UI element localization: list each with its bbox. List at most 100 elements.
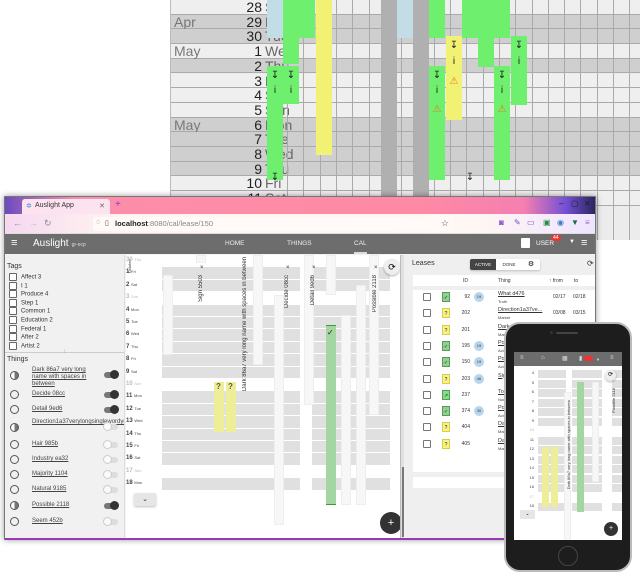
resize-handle[interactable]: ⁞ xyxy=(64,349,65,355)
thing-link[interactable]: Seem 452b xyxy=(32,518,92,525)
phone-refresh-button[interactable]: ⟳ xyxy=(605,370,616,381)
forward-arrow-icon[interactable]: → xyxy=(29,218,38,228)
thing-toggle[interactable] xyxy=(104,405,119,414)
user-menu[interactable]: USER xyxy=(536,240,554,247)
calendar-cell[interactable] xyxy=(162,366,274,378)
phone-calendar-cell[interactable] xyxy=(538,389,566,397)
lease-bar[interactable] xyxy=(429,66,445,180)
lease-bar[interactable] xyxy=(163,275,173,355)
gear-icon[interactable]: ⚙ xyxy=(522,259,540,270)
phone-calendar-cell[interactable] xyxy=(612,379,622,388)
phone-calendar-cell[interactable] xyxy=(538,436,566,445)
thing-toggle[interactable] xyxy=(103,485,118,494)
remove-column-icon[interactable]: × xyxy=(200,265,204,271)
lease-checkbox[interactable] xyxy=(423,390,431,399)
col-thing[interactable]: Thing xyxy=(498,278,511,284)
thing-toggle[interactable] xyxy=(103,455,118,464)
lease-checkbox[interactable] xyxy=(423,374,431,383)
phone-pending-lease[interactable] xyxy=(542,447,549,507)
phone-calendar-cell[interactable] xyxy=(612,446,622,454)
tag-checkbox[interactable] xyxy=(9,273,17,281)
phone-calendar-cell[interactable] xyxy=(538,408,566,416)
phone-calendar-cell[interactable] xyxy=(612,417,622,426)
pending-lease-bar[interactable]: ? xyxy=(226,382,236,432)
phone-calendar-cell[interactable] xyxy=(612,465,622,473)
tag-checkbox[interactable] xyxy=(9,324,17,333)
add-lease-button[interactable]: + xyxy=(380,512,402,534)
lease-checkbox[interactable] xyxy=(423,358,431,367)
pane-splitter[interactable] xyxy=(400,255,404,539)
globe-icon[interactable]: ◉ xyxy=(557,218,564,227)
more-menu-icon[interactable]: ≡ xyxy=(581,237,587,249)
tag-checkbox[interactable] xyxy=(9,290,17,299)
phone-chevron-down-icon[interactable]: ▼ xyxy=(596,357,600,362)
maximize-button[interactable]: ▢ xyxy=(571,199,579,208)
lease-checkbox[interactable] xyxy=(423,423,431,432)
lease-bar[interactable] xyxy=(326,255,336,295)
thing-toggle[interactable] xyxy=(104,390,119,399)
browser-tab[interactable]: ✲ Auslight App ✕ xyxy=(22,199,110,214)
calendar-cell[interactable] xyxy=(362,441,390,453)
calendar-cell[interactable] xyxy=(162,441,274,453)
close-tab-icon[interactable]: ✕ xyxy=(99,202,105,210)
url-bar[interactable]: ◌ ▯ localhost:8080/cal/lease/150 ☆ xyxy=(93,217,453,231)
phone-calendar-cell[interactable] xyxy=(612,484,622,492)
phone-calendar-cell[interactable] xyxy=(538,379,566,388)
user-avatar-icon[interactable] xyxy=(521,238,530,248)
phone-calendar-cell[interactable] xyxy=(538,370,566,378)
thing-link[interactable]: Decide 08cc xyxy=(32,391,92,398)
thing-link[interactable]: Detail 9ed6 xyxy=(32,406,92,413)
calendar-cell[interactable] xyxy=(263,267,300,279)
lease-checkbox[interactable] xyxy=(423,309,431,318)
phone-calendar-cell[interactable] xyxy=(612,455,622,464)
chevron-down-icon[interactable]: ▼ xyxy=(569,239,575,245)
lease-bar[interactable] xyxy=(494,66,510,180)
nav-home[interactable]: HOME xyxy=(225,240,245,247)
refresh-button[interactable]: ⟳ xyxy=(384,259,400,275)
lease-checkbox[interactable] xyxy=(423,341,431,350)
lease-thing-link[interactable]: What d476 xyxy=(498,291,525,297)
thing-toggle[interactable] xyxy=(103,422,118,431)
col-to[interactable]: to xyxy=(574,278,578,284)
phone-home-icon[interactable]: ⌂ xyxy=(541,355,545,361)
close-window-button[interactable]: ✕ xyxy=(584,199,591,208)
active-filter-button[interactable]: ACTIVE xyxy=(470,259,496,270)
pocket-icon[interactable]: ◙ xyxy=(499,218,504,227)
thing-link[interactable]: Dark 86a7 very long name with spaces in … xyxy=(32,367,92,388)
back-arrow-icon[interactable]: ← xyxy=(13,218,22,228)
thing-toggle[interactable] xyxy=(104,370,119,379)
lease-bar[interactable] xyxy=(274,295,284,525)
thing-link[interactable]: Natural 9185 xyxy=(32,486,92,493)
phone-lease-bar[interactable] xyxy=(592,382,599,482)
lease-checkbox[interactable] xyxy=(423,325,431,334)
nav-cal[interactable]: CAL xyxy=(354,240,367,254)
lease-bar[interactable] xyxy=(253,255,263,365)
lease-checkbox[interactable] xyxy=(423,293,431,301)
lease-bar[interactable] xyxy=(283,0,299,64)
thing-link[interactable]: Industry ea32 xyxy=(32,456,92,463)
phone-menu-icon[interactable]: ≡ xyxy=(520,355,524,361)
calendar-cell[interactable] xyxy=(362,416,390,428)
minimize-button[interactable]: – xyxy=(559,199,563,208)
calendar-cell[interactable] xyxy=(362,478,390,490)
scrollbar[interactable] xyxy=(402,467,404,537)
pending-lease-bar[interactable]: ? xyxy=(214,382,224,432)
lease-row[interactable]: ? 202 Direction1a37ve... Market 03/08 03/15 xyxy=(413,306,595,322)
lease-bar[interactable] xyxy=(397,0,413,38)
phone-confirmed-lease[interactable] xyxy=(577,382,584,512)
phone-calendar-cell[interactable] xyxy=(612,503,622,511)
lease-bar[interactable] xyxy=(267,66,283,180)
phone-calendar-cell[interactable] xyxy=(612,436,622,445)
bookmark-star-icon[interactable]: ☆ xyxy=(441,218,449,229)
remove-column-icon[interactable]: × xyxy=(312,265,316,271)
phone-calendar-cell[interactable] xyxy=(538,417,566,426)
confirmed-lease-bar[interactable]: ✓ xyxy=(326,325,336,505)
expand-button[interactable]: ⌄ xyxy=(134,493,156,506)
thing-toggle[interactable] xyxy=(104,501,119,510)
hamburger-menu-icon[interactable]: ≡ xyxy=(11,237,17,249)
lease-checkbox[interactable] xyxy=(423,407,431,416)
phone-calendar-cell[interactable] xyxy=(538,398,566,407)
remove-column-icon[interactable]: × xyxy=(286,265,290,271)
phone-home-button[interactable] xyxy=(558,546,578,566)
calendar-cell[interactable] xyxy=(362,428,390,440)
